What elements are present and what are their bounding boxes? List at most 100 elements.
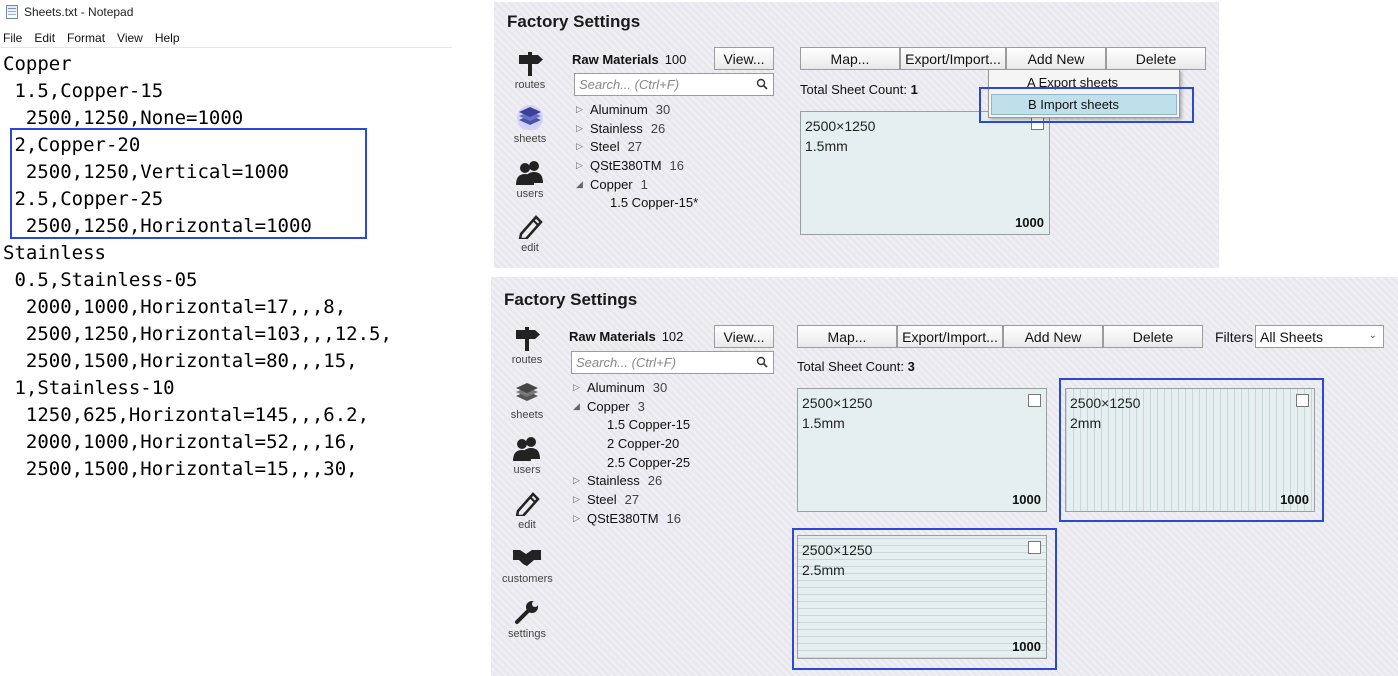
search-input[interactable]: Search... (Ctrl+F) <box>571 351 774 374</box>
notepad-titlebar: Sheets.txt - Notepad <box>6 5 133 19</box>
pencil-icon <box>502 490 552 516</box>
text-line: 2500,1500,Horizontal=80,,,15, <box>3 350 358 372</box>
expand-arrow-icon[interactable]: ▷ <box>573 513 587 524</box>
expand-arrow-icon[interactable]: ▷ <box>576 141 590 152</box>
delete-button[interactable]: Delete <box>1103 325 1203 348</box>
search-placeholder: Search... (Ctrl+F) <box>579 77 680 92</box>
menu-edit[interactable]: Edit <box>34 31 55 45</box>
tree-item-aluminum[interactable]: ▷ Aluminum 30 <box>573 378 690 397</box>
nav-label: customers <box>502 573 553 585</box>
highlight-box <box>792 528 1057 670</box>
handshake-icon <box>502 544 552 570</box>
menu-file[interactable]: File <box>3 31 22 45</box>
select-checkbox[interactable] <box>1028 394 1041 407</box>
notepad-icon <box>6 5 18 19</box>
tree-item-name: Steel <box>590 139 620 155</box>
tree-item-qste380tm[interactable]: ▷ QStE380TM 16 <box>576 156 698 175</box>
tree-item-name: QStE380TM <box>587 510 659 526</box>
filters-value: All Sheets <box>1260 328 1324 345</box>
collapse-arrow-icon[interactable]: ◢ <box>573 401 587 412</box>
expand-arrow-icon[interactable]: ▷ <box>573 382 587 393</box>
export-import-button[interactable]: Export/Import... <box>897 325 1003 348</box>
filters-select[interactable]: All Sheets ⌄ <box>1255 325 1384 348</box>
menu-help[interactable]: Help <box>155 31 180 45</box>
tree-item-count: 27 <box>627 139 643 155</box>
nav-sheets[interactable]: sheets <box>502 380 552 421</box>
add-new-button[interactable]: Add New <box>1003 325 1103 348</box>
materials-tree: ▷ Aluminum 30 ◢ Copper 3 1.5 Copper-15 2 Cop… <box>573 378 690 528</box>
nav-sheets[interactable]: sheets <box>505 104 555 145</box>
search-input[interactable]: Search... (Ctrl+F) <box>574 73 774 96</box>
materials-tree: ▷ Aluminum 30 ▷ Stainless 26 ▷ Steel 27 ▷ QStE3… <box>576 100 698 212</box>
expand-arrow-icon[interactable]: ▷ <box>573 494 587 505</box>
notepad-text-area[interactable]: Copper 1.5,Copper-15 2500,1250,None=1000… <box>3 51 392 483</box>
tree-item-name: Copper <box>590 176 633 192</box>
tree-item-name: Steel <box>587 491 617 507</box>
stack-icon <box>502 380 552 406</box>
tree-item-count: 16 <box>669 157 684 173</box>
search-icon[interactable] <box>756 356 768 371</box>
collapse-arrow-icon[interactable]: ◢ <box>576 179 590 190</box>
tree-item-copper[interactable]: ◢ Copper 1 <box>576 175 698 194</box>
nav-label: sheets <box>510 409 544 421</box>
sheet-thickness: 1.5mm <box>802 415 845 431</box>
nav-routes[interactable]: routes <box>505 50 555 91</box>
map-button[interactable]: Map... <box>797 325 897 348</box>
nav-edit[interactable]: edit <box>502 490 552 531</box>
view-button[interactable]: View... <box>714 325 774 348</box>
tree-child-item[interactable]: 2 Copper-20 <box>573 434 690 453</box>
nav-users[interactable]: users <box>505 159 555 200</box>
nav-label: edit <box>518 519 536 531</box>
notepad-title: Sheets.txt - Notepad <box>24 5 134 19</box>
nav-routes[interactable]: routes <box>502 325 552 366</box>
nav-users[interactable]: users <box>502 435 552 476</box>
search-placeholder: Search... (Ctrl+F) <box>576 355 677 370</box>
expand-arrow-icon[interactable]: ▷ <box>573 475 587 486</box>
highlight-box <box>979 87 1194 123</box>
tree-item-aluminum[interactable]: ▷ Aluminum 30 <box>576 100 698 119</box>
nav-label: users <box>516 188 544 200</box>
tree-item-count: 30 <box>655 101 671 117</box>
view-button[interactable]: View... <box>714 47 774 70</box>
tree-item-copper[interactable]: ◢ Copper 3 <box>573 397 690 416</box>
export-import-button[interactable]: Export/Import... <box>900 47 1006 70</box>
nav-label: sheets <box>513 133 547 145</box>
tree-item-name: Copper <box>587 398 630 414</box>
tree-item-steel[interactable]: ▷ Steel 27 <box>576 137 698 156</box>
notepad-window: Sheets.txt - Notepad File Edit Format Vi… <box>0 0 452 676</box>
nav-label: routes <box>514 79 546 91</box>
sheet-card[interactable]: 2500×1250 1.5mm 1000 <box>800 111 1050 235</box>
delete-button[interactable]: Delete <box>1106 47 1206 70</box>
nav-settings[interactable]: settings <box>502 599 552 640</box>
tree-item-stainless[interactable]: ▷ Stainless 26 <box>573 471 690 490</box>
map-button[interactable]: Map... <box>800 47 900 70</box>
tree-child-item[interactable]: 2.5 Copper-25 <box>573 453 690 472</box>
expand-arrow-icon[interactable]: ▷ <box>576 123 590 134</box>
tree-item-stainless[interactable]: ▷ Stainless 26 <box>576 119 698 138</box>
text-line: 1.5,Copper-15 <box>3 80 164 102</box>
raw-materials-header: Raw Materials 100 <box>572 52 686 67</box>
signpost-icon <box>505 50 555 76</box>
tree-item-steel[interactable]: ▷ Steel 27 <box>573 490 690 509</box>
factory-settings-panel-top: Factory Settings routes sheets users edi… <box>494 2 1219 268</box>
menu-view[interactable]: View <box>117 31 143 45</box>
expand-arrow-icon[interactable]: ▷ <box>576 104 590 115</box>
nav-edit[interactable]: edit <box>505 213 555 254</box>
tree-item-count: 26 <box>647 473 663 489</box>
total-value: 3 <box>907 359 915 374</box>
nav-customers[interactable]: customers <box>502 544 553 585</box>
add-new-button[interactable]: Add New <box>1006 47 1106 70</box>
menu-format[interactable]: Format <box>67 31 105 45</box>
nav-label: settings <box>508 628 546 640</box>
sheet-card[interactable]: 2500×1250 1.5mm 1000 <box>797 388 1047 512</box>
expand-arrow-icon[interactable]: ▷ <box>576 160 590 171</box>
sheet-quantity: 1000 <box>1012 492 1041 507</box>
total-sheet-count: Total Sheet Count: 3 <box>797 359 915 374</box>
tree-child-item[interactable]: 1.5 Copper-15 <box>573 415 690 434</box>
filters-label: Filters <box>1215 329 1254 345</box>
tree-item-name: Aluminum <box>587 379 645 395</box>
search-icon[interactable] <box>756 78 768 93</box>
tree-item-name: Stainless <box>587 473 640 489</box>
tree-child-item[interactable]: 1.5 Copper-15* <box>576 193 698 212</box>
tree-item-qste380tm[interactable]: ▷ QStE380TM 16 <box>573 509 690 528</box>
